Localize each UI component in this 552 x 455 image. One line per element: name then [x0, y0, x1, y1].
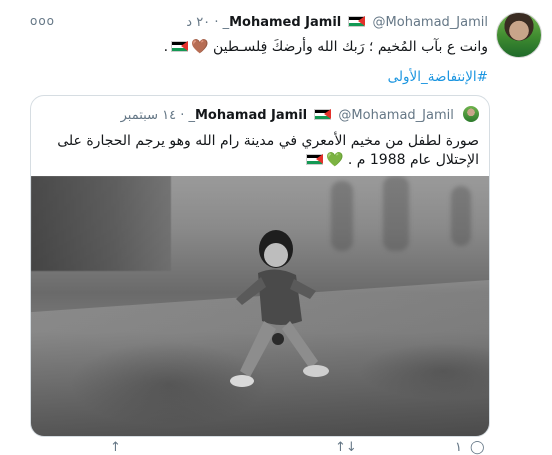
separator-dot: ·: [180, 108, 185, 123]
quoted-tweet[interactable]: Mohamad Jamil @Mohamad_Jamil_ · ١٤ سبتمب…: [30, 95, 490, 437]
palestine-flag-icon: [305, 154, 323, 165]
palestine-flag-icon: [348, 16, 366, 27]
author-name[interactable]: Mohamed Jamil: [229, 15, 341, 30]
avatar[interactable]: [496, 12, 542, 58]
quoted-text-line-2: الإحتلال عام 1988 م . 💚: [39, 151, 479, 170]
tweet-text: وانت ع بآب المُخيم ؛ رَبك الله وأرضكَ فِ…: [164, 37, 488, 57]
separator-dot: ·: [214, 15, 219, 30]
green-heart-icon: 💚: [325, 152, 344, 168]
photo-wall: [31, 176, 171, 271]
hashtag-link[interactable]: #الإنتفاضة_الأولى: [388, 69, 488, 85]
quoted-tweet-text: صورة لطفل من مخيم الأمعري في مدينة رام ا…: [39, 132, 479, 170]
brown-heart-icon: 🤎: [191, 39, 209, 55]
quoted-author-name: Mohamad Jamil: [195, 108, 308, 123]
photo-background-figure: [451, 186, 471, 246]
quoted-tweet-time: ١٤ سبتمبر: [120, 108, 177, 123]
palestine-flag-icon: [171, 41, 189, 52]
tweet-header: Mohamed Jamil @Mohamad_Jamil_ · ٢٠ د: [186, 14, 488, 32]
quoted-avatar: [463, 106, 479, 122]
tweet-actions-bar: ↑ ↑↓ ١ ◯: [0, 438, 552, 455]
quoted-tweet-header: Mohamad Jamil @Mohamad_Jamil_ · ١٤ سبتمب…: [121, 106, 479, 124]
photo-background-figure: [383, 176, 409, 251]
photo-boy-figure: [230, 230, 329, 387]
palestine-flag-icon: [314, 109, 332, 120]
tweet-time[interactable]: ٢٠ د: [186, 15, 210, 30]
tweet-body: وانت ع بآب المُخيم ؛ رَبك الله وأرضكَ فِ…: [212, 39, 488, 55]
period: .: [163, 39, 169, 55]
tweet-card[interactable]: ooo Mohamed Jamil @Mohamad_Jamil_ · ٢٠ د…: [0, 0, 552, 455]
quoted-text-line-1: صورة لطفل من مخيم الأمعري في مدينة رام ا…: [57, 133, 479, 149]
quoted-photo[interactable]: [31, 176, 489, 436]
quoted-text-line-2-text: الإحتلال عام 1988 م .: [347, 152, 479, 168]
more-options-icon[interactable]: ooo: [30, 14, 55, 28]
